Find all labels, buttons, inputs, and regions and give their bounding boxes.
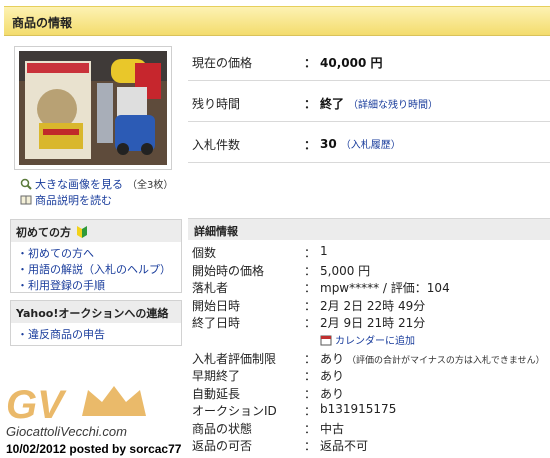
time-left-label: 残り時間	[192, 97, 241, 111]
link-glossary[interactable]: 用語の解説（入札のヘルプ）	[17, 262, 175, 278]
section-title: 商品の情報	[12, 16, 73, 30]
link-first-timers[interactable]: 初めての方へ	[17, 246, 175, 262]
link-registration[interactable]: 利用登録の手順	[17, 278, 175, 294]
time-left-value: 終了	[320, 97, 345, 111]
magnifier-icon	[20, 178, 32, 190]
current-price-label: 現在の価格	[192, 56, 253, 70]
detail-row: 商品の状態：中古	[192, 421, 345, 436]
contact-list: 違反商品の申告	[11, 323, 181, 347]
link-report-violation[interactable]: 違反商品の申告	[17, 327, 175, 343]
detail-row: 自動延長：あり	[192, 386, 345, 401]
beginner-mark-icon	[76, 226, 87, 241]
image-count: （全3枚）	[127, 180, 174, 191]
first-timers-title: 初めての方	[11, 220, 181, 242]
first-timers-list: 初めての方へ 用語の解説（入札のヘルプ） 利用登録の手順	[11, 242, 181, 298]
contact-title: Yahoo!オークションへの連絡	[11, 301, 181, 323]
watermark-caption: 10/02/2012 posted by sorcac77	[6, 442, 182, 456]
watermark-logo: GV	[6, 380, 156, 427]
bids-label: 入札件数	[192, 138, 241, 152]
detail-row: 入札者評価制限：あり （評価の合計がマイナスの方は入札できません）	[192, 351, 545, 366]
bid-history-link[interactable]: （入札履歴）	[341, 140, 401, 151]
detail-row: 開始日時： 2月 2日 22時 49分	[192, 298, 426, 313]
detail-row: 返品の可否：返品不可	[192, 439, 369, 453]
crown-icon	[82, 386, 146, 416]
contact-box: Yahoo!オークションへの連絡 違反商品の申告	[10, 300, 182, 346]
first-timers-box: 初めての方 初めての方へ 用語の解説（入札のヘルプ） 利用登録の手順	[10, 219, 182, 293]
time-left-row: 残り時間 ： 終了 （詳細な残り時間）	[188, 81, 550, 122]
read-description-label[interactable]: 商品説明を読む	[35, 194, 112, 207]
details-header: 詳細情報	[188, 218, 550, 240]
time-left-detail-link[interactable]: （詳細な残り時間）	[348, 100, 438, 111]
calendar-icon	[320, 334, 332, 346]
product-photo	[19, 51, 167, 165]
calendar-row: カレンダーに追加	[192, 332, 550, 350]
watermark-site: GiocattoliVecchi.com	[6, 424, 127, 439]
enlarge-image-label[interactable]: 大きな画像を見る	[35, 178, 123, 191]
detail-row: 落札者： mpw***** / 評価：104	[192, 281, 450, 295]
book-icon	[20, 194, 32, 206]
read-description-link[interactable]: 商品説明を読む	[20, 192, 112, 208]
product-image-frame[interactable]	[14, 46, 172, 170]
bids-value: 30	[320, 137, 337, 151]
current-price-value: 40,000 円	[320, 56, 383, 70]
price-summary: 現在の価格 ： 40,000 円 残り時間 ： 終了 （詳細な残り時間） 入札件数…	[188, 40, 550, 163]
product-thumbnail[interactable]	[19, 51, 167, 165]
enlarge-image-link[interactable]: 大きな画像を見る （全3枚）	[20, 176, 173, 192]
details-list: 個数： 1 開始時の価格： 5,000 円 落札者： mpw***** / 評価：10…	[192, 244, 550, 455]
watermark-logo-text: GV	[6, 383, 67, 424]
detail-row: 個数： 1	[192, 244, 328, 260]
section-header: 商品の情報	[4, 6, 550, 36]
detail-row: 早期終了：あり	[192, 369, 345, 383]
detail-row: 開始時の価格： 5,000 円	[192, 263, 371, 278]
detail-row: 終了日時： 2月 9日 21時 21分	[192, 316, 426, 330]
detail-row: オークションID： b131915175	[192, 402, 397, 418]
current-price-row: 現在の価格 ： 40,000 円	[188, 40, 550, 81]
add-to-calendar-link[interactable]: カレンダーに追加	[320, 332, 415, 347]
bids-row: 入札件数 ： 30 （入札履歴）	[188, 122, 550, 163]
